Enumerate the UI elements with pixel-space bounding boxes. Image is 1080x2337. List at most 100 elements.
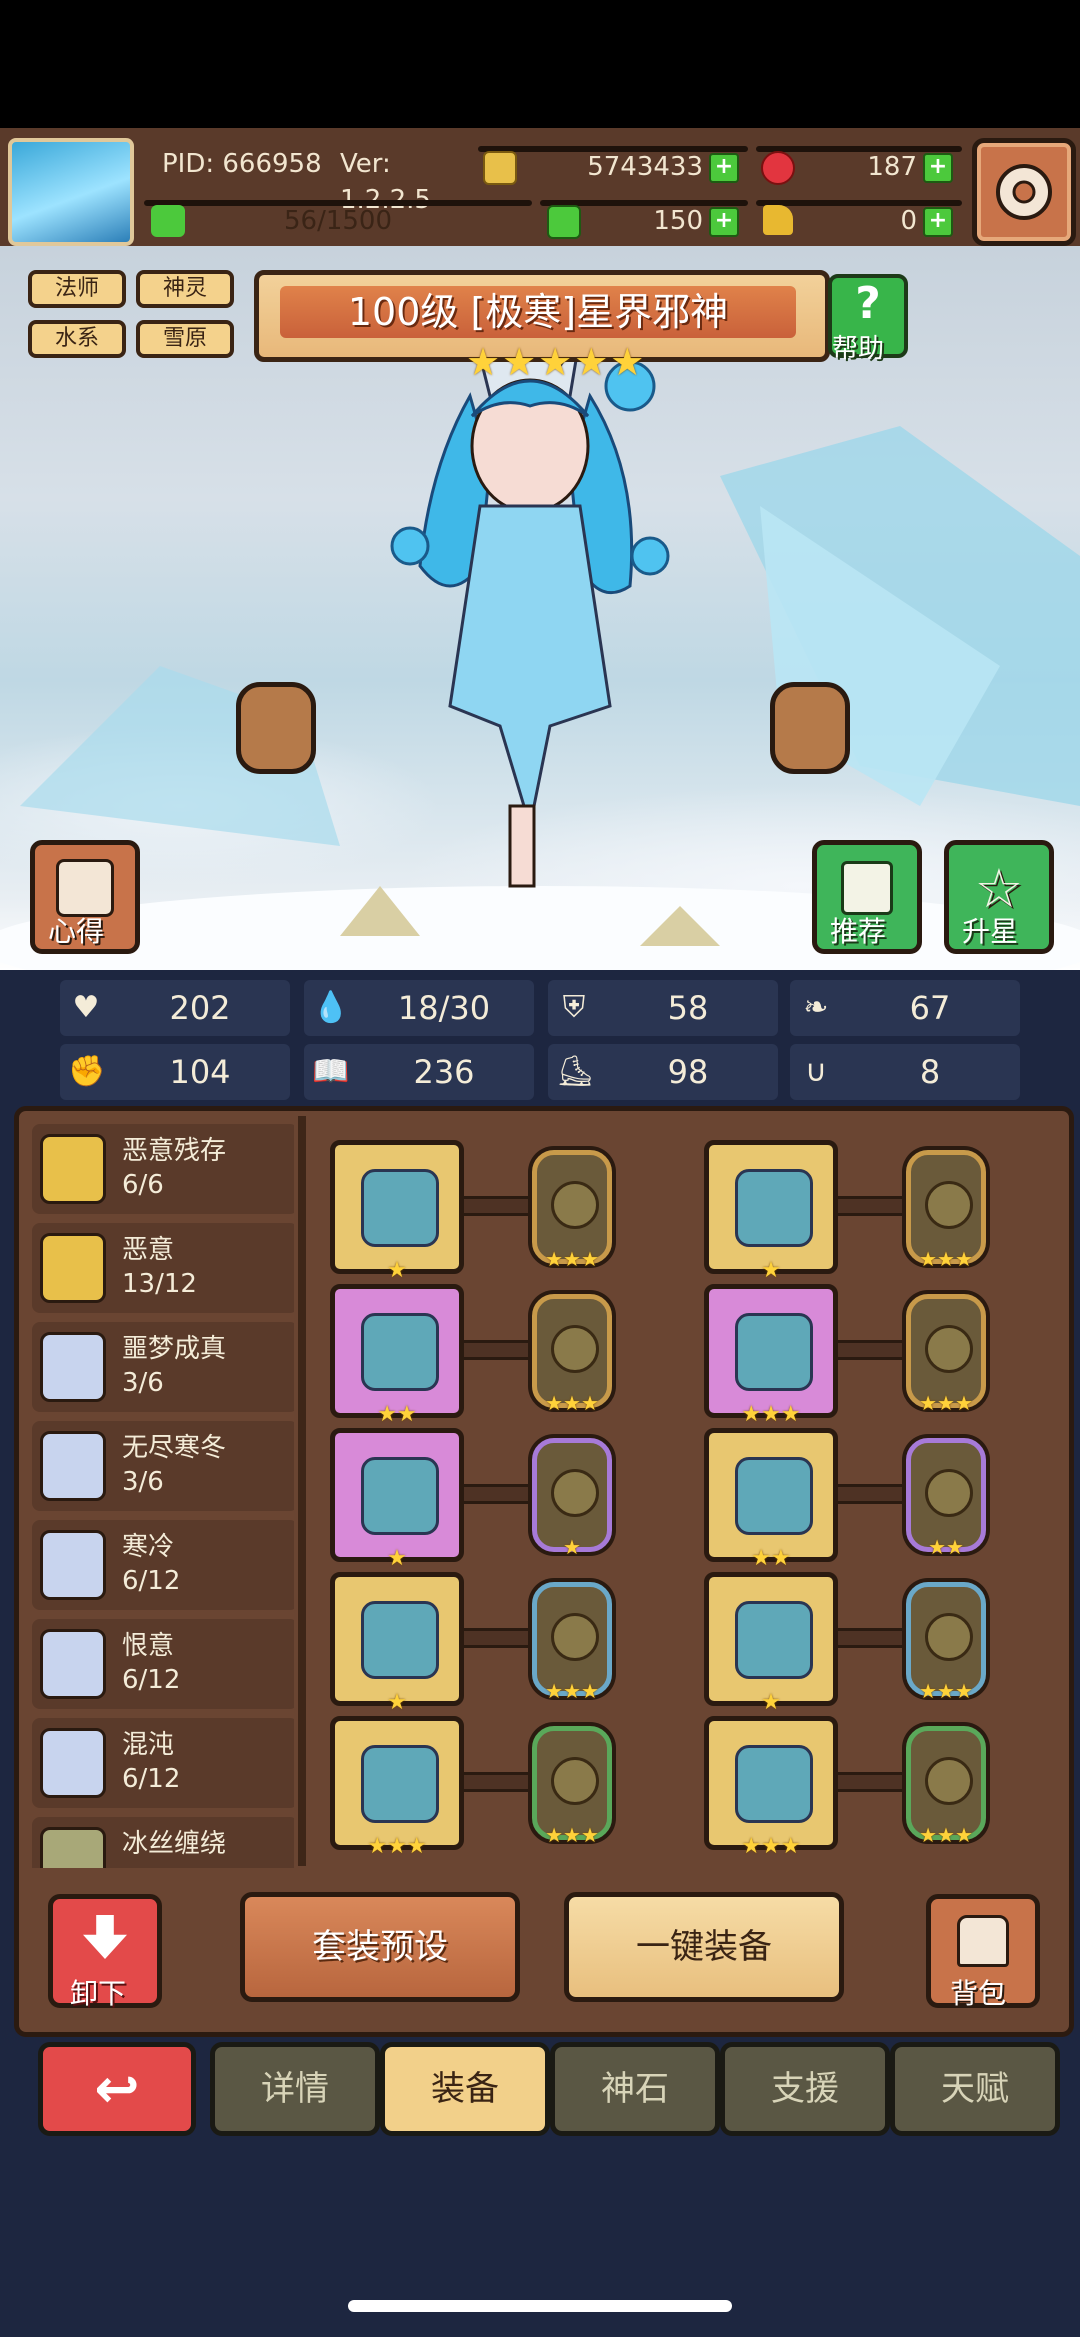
gold-counter: 5743433 + [478,146,748,185]
set-name: 寒冷 [122,1532,175,1562]
settings-button[interactable] [972,138,1076,246]
necklace-icon [361,1457,439,1535]
rune-stars: ★★★ [919,1247,973,1271]
rune-emblem-icon [925,1757,973,1805]
ice-helm-icon [361,1745,439,1823]
set-bonus-item[interactable]: 无尽寒冬 3/6 [32,1421,294,1511]
unequip-label: 卸下 [70,1977,127,2010]
set-bonus-item[interactable]: 混沌 6/12 [32,1718,294,1808]
rune-slot[interactable]: ★★★ [906,1582,986,1703]
auto-equip-button[interactable]: 一键装备 [564,1892,844,2002]
rune-emblem-icon [551,1469,599,1517]
left-rune-slot[interactable] [236,682,316,774]
back-button[interactable]: ↩ [38,2042,196,2136]
set-preset-button[interactable]: 套装预设 [240,1892,520,2002]
add-gem-button[interactable]: + [923,153,953,183]
set-bonus-item[interactable]: 噩梦成真 3/6 [32,1322,294,1412]
stat-value: 8 [919,1053,941,1091]
rune-slot[interactable]: ★★★ [532,1726,612,1847]
tab-equipment[interactable]: 装备 [380,2042,550,2136]
rune-slot[interactable]: ★ [532,1438,612,1559]
set-medal-icon [40,1629,106,1699]
rune-slot[interactable]: ★★★ [532,1150,612,1271]
set-count: 13/12 [122,1269,197,1299]
tab-details[interactable]: 详情 [210,2042,380,2136]
rune-emblem-icon [551,1325,599,1373]
slot-connector [460,1628,540,1648]
set-bonus-item[interactable]: 寒冷 6/12 [32,1520,294,1610]
add-gold-button[interactable]: + [709,153,739,183]
rune-stars: ★★★ [545,1823,599,1847]
set-medal-icon [40,1530,106,1600]
tab-support[interactable]: 支援 [720,2042,890,2136]
set-count: 6/12 [122,1665,181,1695]
stat-wing: ❧ 67 [790,980,1020,1036]
slot-connector [460,1772,540,1792]
equip-slot-mask[interactable]: ★ [704,1572,838,1715]
equip-slot-cloak[interactable]: ★★★ [704,1284,838,1427]
spellbook-icon: 📖 [312,1054,350,1089]
set-bonus-item[interactable]: 恨意 6/12 [32,1619,294,1709]
set-bonus-item[interactable]: 恶意残存 6/6 [32,1124,294,1214]
rune-stars: ★★★ [919,1679,973,1703]
equip-slot-armor[interactable]: ★ [704,1140,838,1283]
set-count: 6/12 [122,1764,181,1794]
stat-value: 202 [169,989,231,1027]
equip-slot-necklace[interactable]: ★ [330,1428,464,1571]
set-count: 3/6 [122,1467,164,1497]
item-stars: ★★★ [367,1834,427,1859]
rune-slot[interactable]: ★★ [906,1438,986,1559]
player-avatar[interactable] [8,138,134,246]
equip-slot-boots[interactable]: ★★★ [704,1716,838,1859]
rune-emblem-icon [551,1757,599,1805]
equip-slot-staff[interactable]: ★ [330,1140,464,1283]
item-stars: ★ [387,1546,407,1571]
set-count: 6/6 [122,1170,164,1200]
set-count: 3/6 [122,1368,164,1398]
rune-slot[interactable]: ★★★ [906,1294,986,1415]
rune-slot[interactable]: ★★★ [532,1294,612,1415]
scroll-icon [56,859,114,917]
set-bonus-item[interactable]: 冰丝缠绕 [32,1817,294,1868]
rune-stars: ★★★ [545,1391,599,1415]
stat-horseshoe: ∪ 8 [790,1044,1020,1100]
set-bonus-list[interactable]: 恶意残存 6/6 恶意 13/12 噩梦成真 3/6 无尽寒冬 3/6 寒冷 6/12 恨意 6/12… [24,1114,294,1868]
set-medal-icon [40,1827,106,1868]
equip-slot-gloves[interactable]: ★★ [704,1428,838,1571]
item-stars: ★ [387,1258,407,1283]
item-stars: ★ [761,1690,781,1715]
staff-icon [361,1169,439,1247]
rune-slot[interactable]: ★★★ [532,1582,612,1703]
stat-value: 236 [413,1053,475,1091]
equip-slot-crown[interactable]: ★★ [330,1284,464,1427]
rune-slot[interactable]: ★★★ [906,1726,986,1847]
help-label: 帮助 [832,334,885,364]
backpack-label: 背包 [950,1977,1007,2010]
set-bonus-item[interactable]: 恶意 13/12 [32,1223,294,1313]
slot-connector [834,1340,914,1360]
tab-talent[interactable]: 天赋 [890,2042,1060,2136]
gem-counter: 187 + [756,146,962,185]
rune-stars: ★ [563,1535,581,1559]
thumbs-up-icon [841,861,893,915]
right-rune-slot[interactable] [770,682,850,774]
star-up-label: 升星 [962,915,1019,948]
rune-emblem-icon [551,1613,599,1661]
pid-row: PID: 666958 Ver: 1.2.2.5 [144,146,474,215]
add-clover-button[interactable]: + [709,207,739,237]
item-stars: ★ [761,1258,781,1283]
equip-slot-ice-helm[interactable]: ★★★ [330,1716,464,1859]
stat-value: 18/30 [397,989,491,1027]
rune-stars: ★★★ [545,1247,599,1271]
equip-slot-stone[interactable]: ★ [330,1572,464,1715]
recommend-label: 推荐 [830,915,887,948]
stat-value: 98 [667,1053,709,1091]
ice-goddess-sprite [390,306,670,888]
key-icon [763,205,793,235]
rune-slot[interactable]: ★★★ [906,1150,986,1271]
panel-divider [298,1116,306,1866]
add-key-button[interactable]: + [923,207,953,237]
tab-divine-stone[interactable]: 神石 [550,2042,720,2136]
set-name: 噩梦成真 [122,1334,227,1364]
key-value: 0 [900,206,917,236]
